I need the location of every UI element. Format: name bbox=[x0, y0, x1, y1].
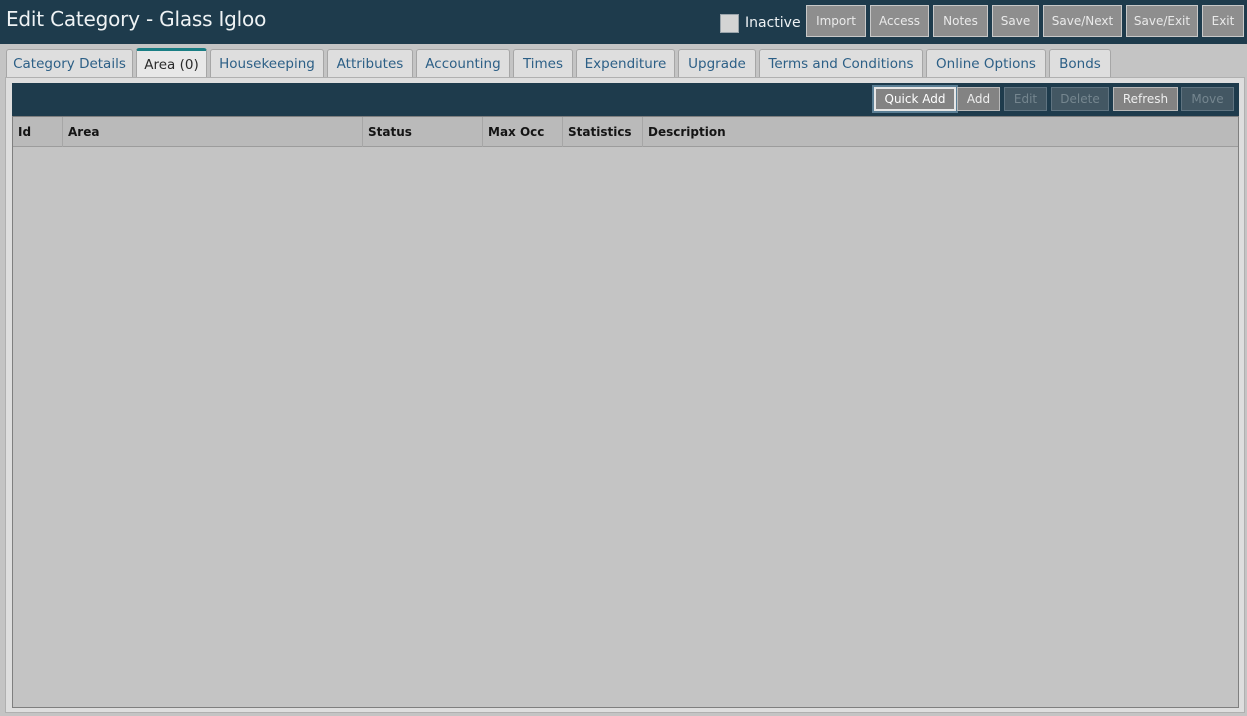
column-header-description[interactable]: Description bbox=[643, 117, 1238, 147]
tab-accounting[interactable]: Accounting bbox=[416, 49, 510, 77]
tab-terms-and-conditions[interactable]: Terms and Conditions bbox=[759, 49, 923, 77]
save-exit-button[interactable]: Save/Exit bbox=[1126, 5, 1198, 37]
column-header-statistics[interactable]: Statistics bbox=[563, 117, 643, 147]
column-header-id[interactable]: Id bbox=[13, 117, 63, 147]
tab-times[interactable]: Times bbox=[513, 49, 573, 77]
inactive-toggle[interactable]: Inactive bbox=[720, 12, 801, 34]
grid-toolbar: Quick Add Add Edit Delete Refresh Move bbox=[12, 83, 1239, 117]
tab-upgrade[interactable]: Upgrade bbox=[678, 49, 756, 77]
tab-area[interactable]: Area (0) bbox=[136, 48, 207, 78]
column-header-status[interactable]: Status bbox=[363, 117, 483, 147]
save-button[interactable]: Save bbox=[992, 5, 1039, 37]
grid-header: Id Area Status Max Occ Statistics Descri… bbox=[13, 117, 1238, 147]
delete-button[interactable]: Delete bbox=[1051, 87, 1109, 111]
tab-category-details[interactable]: Category Details bbox=[6, 49, 133, 77]
notes-button[interactable]: Notes bbox=[933, 5, 988, 37]
add-button[interactable]: Add bbox=[957, 87, 1000, 111]
column-header-max-occ[interactable]: Max Occ bbox=[483, 117, 563, 147]
tab-content-panel: Quick Add Add Edit Delete Refresh Move I… bbox=[5, 77, 1245, 713]
tab-bonds[interactable]: Bonds bbox=[1049, 49, 1111, 77]
page-title: Edit Category - Glass Igloo bbox=[6, 7, 267, 31]
edit-button[interactable]: Edit bbox=[1004, 87, 1047, 111]
tab-housekeeping[interactable]: Housekeeping bbox=[210, 49, 324, 77]
move-button[interactable]: Move bbox=[1181, 87, 1234, 111]
column-header-area[interactable]: Area bbox=[63, 117, 363, 147]
tab-bar: Category Details Area (0) Housekeeping A… bbox=[0, 44, 1247, 78]
title-bar: Edit Category - Glass Igloo Inactive Imp… bbox=[0, 0, 1247, 44]
access-button[interactable]: Access bbox=[870, 5, 929, 37]
import-button[interactable]: Import bbox=[806, 5, 866, 37]
inactive-checkbox[interactable] bbox=[720, 13, 739, 33]
quick-add-button[interactable]: Quick Add bbox=[874, 87, 956, 111]
tab-online-options[interactable]: Online Options bbox=[926, 49, 1046, 77]
save-next-button[interactable]: Save/Next bbox=[1043, 5, 1122, 37]
area-grid[interactable]: Id Area Status Max Occ Statistics Descri… bbox=[12, 116, 1239, 708]
inactive-label: Inactive bbox=[745, 15, 801, 31]
tab-expenditure[interactable]: Expenditure bbox=[576, 49, 675, 77]
tab-attributes[interactable]: Attributes bbox=[327, 49, 413, 77]
refresh-button[interactable]: Refresh bbox=[1113, 87, 1178, 111]
exit-button[interactable]: Exit bbox=[1202, 5, 1244, 37]
